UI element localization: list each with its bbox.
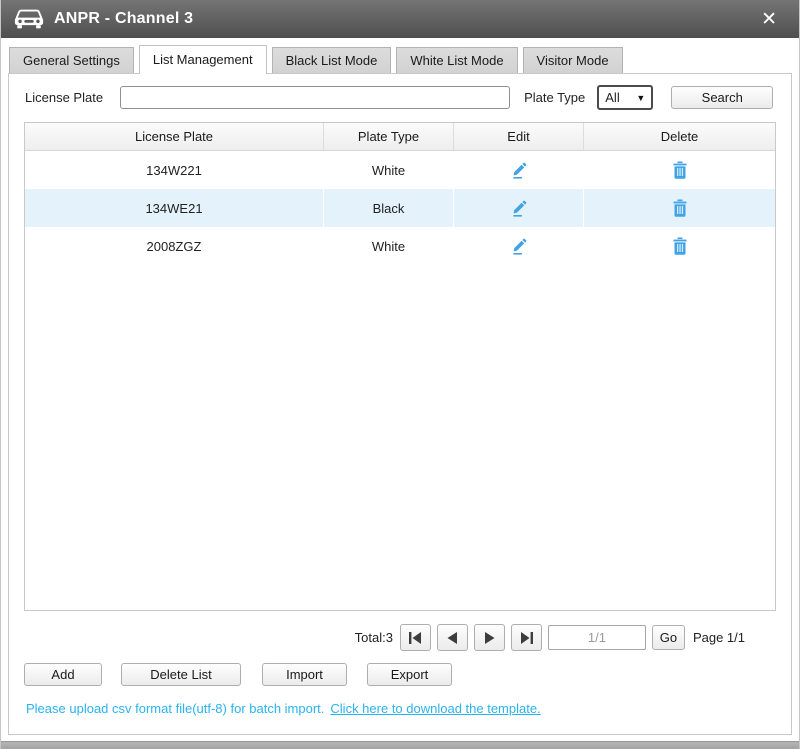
last-page-button[interactable] [510, 624, 542, 651]
last-page-icon [520, 631, 533, 644]
prev-page-icon [447, 631, 457, 644]
delete-trash-icon[interactable] [672, 199, 688, 217]
close-icon[interactable]: ✕ [757, 8, 781, 31]
tab-bar: General Settings List Management Black L… [1, 45, 799, 74]
edit-pencil-icon[interactable] [510, 237, 528, 255]
table-header-row: License Plate Plate Type Edit Delete [25, 123, 775, 151]
export-button[interactable]: Export [367, 663, 452, 686]
plate-type-select[interactable]: All ▼ [597, 85, 654, 110]
col-header-plate-type: Plate Type [324, 123, 454, 150]
edit-pencil-icon[interactable] [510, 199, 528, 217]
list-management-panel: License Plate Plate Type All ▼ Search Li… [8, 73, 792, 735]
prev-page-button[interactable] [436, 624, 468, 651]
next-page-icon [484, 631, 495, 644]
col-header-edit: Edit [454, 123, 584, 150]
csv-hint-text: Please upload csv format file(utf-8) for… [26, 701, 325, 716]
table-row: 134W221 White [25, 151, 775, 189]
license-plate-label: License Plate [25, 90, 104, 105]
car-icon [14, 9, 44, 29]
next-page-button[interactable] [473, 624, 505, 651]
tab-black-list-mode[interactable]: Black List Mode [271, 47, 392, 73]
table-row: 134WE21 Black [25, 189, 775, 227]
download-template-link[interactable]: Click here to download the template. [330, 701, 540, 716]
delete-trash-icon[interactable] [672, 237, 688, 255]
delete-trash-icon[interactable] [672, 161, 688, 179]
tab-white-list-mode[interactable]: White List Mode [396, 47, 518, 73]
edit-pencil-icon[interactable] [510, 161, 528, 179]
chevron-down-icon: ▼ [636, 92, 646, 103]
search-row: License Plate Plate Type All ▼ Search [9, 74, 791, 110]
csv-hint-row: Please upload csv format file(utf-8) for… [9, 701, 791, 716]
type-cell: Black [324, 189, 454, 227]
plate-type-selected-value: All [605, 90, 620, 105]
tab-list-management[interactable]: List Management [138, 45, 267, 74]
anpr-dialog-window: ANPR - Channel 3 ✕ General Settings List… [0, 0, 800, 749]
page-number-input[interactable] [547, 625, 646, 650]
plate-type-label: Plate Type [524, 90, 586, 105]
go-button[interactable]: Go [651, 625, 685, 650]
col-header-delete: Delete [660, 129, 699, 144]
search-button[interactable]: Search [671, 86, 774, 109]
tab-visitor-mode[interactable]: Visitor Mode [522, 47, 623, 73]
add-button[interactable]: Add [24, 663, 102, 686]
action-button-row: Add Delete List Import Export [9, 663, 791, 686]
plate-cell: 134WE21 [25, 189, 324, 227]
type-cell: White [324, 151, 454, 189]
window-title: ANPR - Channel 3 [54, 10, 194, 27]
page-indicator-label: Page 1/1 [692, 630, 745, 645]
license-plate-input[interactable] [120, 86, 511, 109]
titlebar: ANPR - Channel 3 ✕ [1, 0, 799, 38]
plate-cell: 2008ZGZ [25, 227, 324, 265]
col-header-license-plate: License Plate [25, 123, 324, 150]
tab-general-settings[interactable]: General Settings [9, 47, 134, 73]
plate-cell: 134W221 [25, 151, 324, 189]
first-page-icon [408, 631, 421, 644]
type-cell: White [324, 227, 454, 265]
import-button[interactable]: Import [262, 663, 347, 686]
pagination-bar: Total:3 1/1 Go Page 1/1 [9, 624, 791, 651]
window-bottom-edge [1, 741, 799, 749]
first-page-button[interactable] [399, 624, 431, 651]
delete-list-button[interactable]: Delete List [121, 663, 241, 686]
plate-list-table: License Plate Plate Type Edit Delete 134… [24, 122, 776, 611]
table-row: 2008ZGZ White [25, 227, 775, 265]
total-count-label: Total:3 [354, 630, 393, 645]
